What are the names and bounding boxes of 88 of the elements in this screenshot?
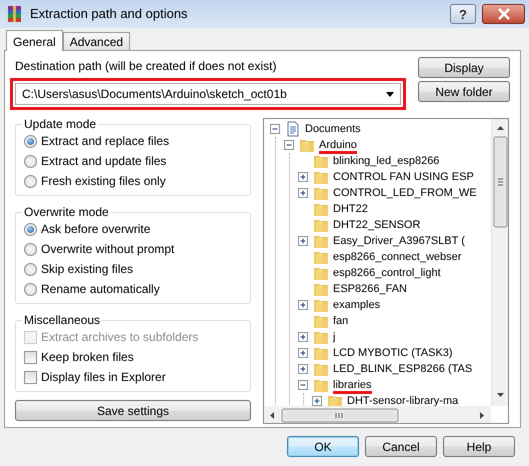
- folder-icon: [313, 377, 329, 393]
- tree-item[interactable]: LED_BLINK_ESP8266 (TAS: [333, 360, 472, 378]
- side-button[interactable]: New folder: [418, 81, 510, 102]
- expand-icon[interactable]: [298, 172, 309, 182]
- close-button[interactable]: [482, 4, 525, 24]
- tree-item[interactable]: Easy_Driver_A3967SLBT (: [333, 232, 465, 250]
- option-label: Extract and update files: [41, 153, 166, 170]
- option-label: Rename automatically: [41, 281, 160, 298]
- tree-item[interactable]: j: [333, 328, 336, 346]
- radio-button[interactable]: [24, 174, 37, 188]
- folder-icon: [313, 233, 329, 249]
- expand-icon[interactable]: [298, 236, 309, 246]
- document-icon: [285, 121, 301, 137]
- option-label: Skip existing files: [41, 261, 134, 278]
- expand-icon[interactable]: [298, 188, 309, 198]
- stacked-books-icon: [6, 5, 24, 23]
- checkbox[interactable]: [24, 350, 37, 364]
- collapse-icon[interactable]: [298, 380, 309, 390]
- path-value: C:\Users\asus\Documents\Arduino\sketch_oct01b: [22, 86, 288, 103]
- tree-item[interactable]: LCD MYBOTIC (TASK3): [333, 344, 453, 362]
- dialog-button[interactable]: Help: [443, 436, 515, 457]
- expand-icon[interactable]: [298, 332, 309, 342]
- expand-icon[interactable]: [298, 300, 309, 310]
- tree-item[interactable]: DHT-sensor-library-ma: [347, 392, 458, 406]
- expand-icon[interactable]: [298, 348, 309, 358]
- folder-icon: [313, 169, 329, 185]
- tree-item[interactable]: CONTROL_LED_FROM_WE: [333, 184, 477, 202]
- tree-item[interactable]: esp8266_connect_webser: [333, 248, 462, 266]
- folder-icon: [299, 137, 315, 153]
- vertical-scrollbar[interactable]: [491, 119, 508, 406]
- tree-item[interactable]: libraries: [333, 376, 372, 394]
- folder-icon: [313, 281, 329, 297]
- tree-item[interactable]: fan: [333, 312, 348, 330]
- tab[interactable]: Advanced: [62, 32, 130, 50]
- checkbox[interactable]: [24, 370, 37, 384]
- radio-button[interactable]: [24, 222, 37, 236]
- dialog-button[interactable]: OK: [287, 436, 359, 457]
- option-label: Extract archives to subfolders: [41, 329, 198, 346]
- side-button[interactable]: Display: [418, 57, 510, 78]
- group-title: Overwrite mode: [22, 205, 111, 219]
- tree-item[interactable]: examples: [333, 296, 380, 314]
- radio-button[interactable]: [24, 154, 37, 168]
- folder-icon: [313, 185, 329, 201]
- collapse-icon[interactable]: [270, 124, 281, 134]
- folder-icon: [313, 361, 329, 377]
- radio-button[interactable]: [24, 242, 37, 256]
- radio-button[interactable]: [24, 134, 37, 148]
- field-label: Destination path (will be created if does not exist): [15, 58, 278, 75]
- tree-item[interactable]: blinking_led_esp8266: [333, 152, 440, 170]
- radio-button[interactable]: [24, 282, 37, 296]
- group-title: Miscellaneous: [22, 313, 102, 327]
- group-title: Update mode: [22, 117, 98, 131]
- save-settings-button[interactable]: Save settings: [15, 400, 251, 421]
- folder-icon: [313, 329, 329, 345]
- folder-icon: [327, 393, 343, 406]
- horizontal-scrollbar[interactable]: [264, 406, 491, 423]
- option-label: Overwrite without prompt: [41, 241, 174, 258]
- collapse-icon[interactable]: [284, 140, 295, 150]
- option-label: Fresh existing files only: [41, 173, 166, 190]
- close-icon: [496, 8, 510, 20]
- tab[interactable]: General: [6, 30, 63, 51]
- folder-icon: [313, 249, 329, 265]
- expand-icon[interactable]: [298, 364, 309, 374]
- tree-item[interactable]: Arduino: [319, 136, 357, 154]
- option-label: Ask before overwrite: [41, 221, 150, 238]
- radio-button[interactable]: [24, 262, 37, 276]
- folder-icon: [313, 201, 329, 217]
- option-label: Display files in Explorer: [41, 369, 166, 386]
- tree-item[interactable]: ESP8266_FAN: [333, 280, 407, 298]
- option-label: Keep broken files: [41, 349, 134, 366]
- caret-icon: [386, 92, 394, 96]
- tree-item[interactable]: DHT22_SENSOR: [333, 216, 420, 234]
- expand-icon[interactable]: [312, 396, 323, 406]
- dialog-button[interactable]: Cancel: [365, 436, 437, 457]
- folder-icon: [313, 313, 329, 329]
- tree-item[interactable]: DHT22: [333, 200, 368, 218]
- option-label: Extract and replace files: [41, 133, 170, 150]
- folder-icon: [313, 297, 329, 313]
- tree-item[interactable]: esp8266_control_light: [333, 264, 441, 282]
- folder-icon: [313, 265, 329, 281]
- path-dropdown[interactable]: C:\Users\asus\Documents\Arduino\sketch_oct01b: [15, 83, 401, 105]
- tree-item[interactable]: CONTROL FAN USING ESP: [333, 168, 474, 186]
- window-title: Extraction path and options: [30, 5, 189, 24]
- folder-icon: [313, 345, 329, 361]
- help-button[interactable]: ?: [450, 4, 476, 24]
- folder-icon: [313, 153, 329, 169]
- tree-item[interactable]: Documents: [305, 120, 361, 138]
- folder-icon: [313, 217, 329, 233]
